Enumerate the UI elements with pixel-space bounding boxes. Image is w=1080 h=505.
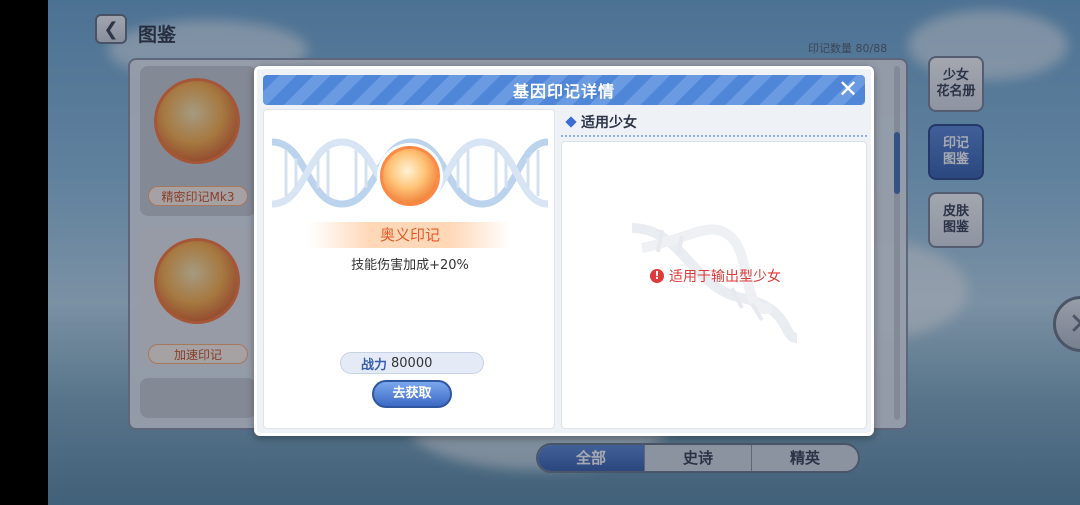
- applicable-girls-pane: 适用少女 ! 适用于输出型少女: [561, 109, 867, 429]
- section-header: 适用少女: [561, 109, 867, 137]
- close-icon: ✕: [837, 75, 859, 103]
- diamond-bullet-icon: [565, 116, 577, 128]
- obtain-button[interactable]: 去获取: [372, 380, 452, 408]
- combat-power: 战力 80000: [340, 352, 484, 374]
- mark-effect: 技能伤害加成+20%: [351, 258, 469, 273]
- dialog-close-button[interactable]: ✕: [835, 77, 861, 103]
- mark-emblem-icon: [380, 146, 440, 206]
- dialog-header: 基因印记详情 ✕: [263, 75, 865, 105]
- mark-info-pane: 奥义印记 技能伤害加成+20% 战力 80000 去获取: [263, 109, 555, 429]
- suitability-notice: ! 适用于输出型少女: [650, 266, 781, 286]
- notice-text: 适用于输出型少女: [669, 269, 781, 285]
- mark-detail-dialog: 基因印记详情 ✕ 奥义印记 技能伤害加成+20% 战力 80000 去获取 适用…: [254, 66, 874, 436]
- power-value: 80000: [391, 355, 433, 371]
- power-label: 战力: [361, 357, 388, 373]
- girls-list: ! 适用于输出型少女: [561, 141, 867, 429]
- dialog-title: 基因印记详情: [512, 82, 615, 101]
- game-screen: ❮ 图鉴 印记数量 80/88 精密印记Mk3 加速印记 少女 花名册 印记 图…: [48, 0, 1080, 505]
- mark-name: 奥义印记: [310, 222, 510, 248]
- alert-icon: !: [650, 269, 664, 283]
- section-title: 适用少女: [581, 115, 637, 131]
